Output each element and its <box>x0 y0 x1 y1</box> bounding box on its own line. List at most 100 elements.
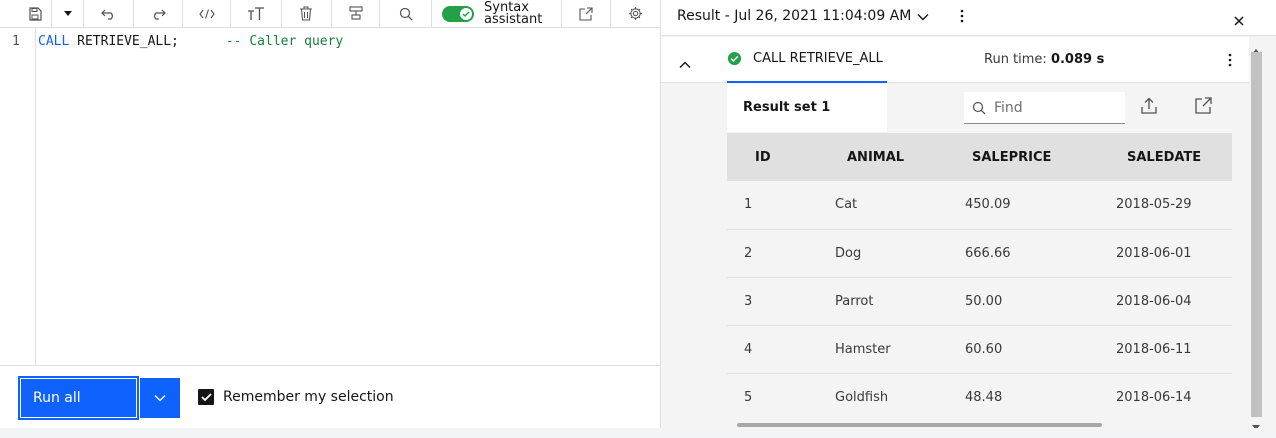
run-all-button[interactable]: Run all <box>18 376 139 420</box>
cell-saledate: 2018-06-01 <box>1098 229 1232 278</box>
results-table: ID ANIMAL SALEPRICE SALEDATE 1 Cat 450.0… <box>727 133 1232 420</box>
results-pane: Result - Jul 26, 2021 11:04:09 AM CALL R… <box>661 0 1276 430</box>
popout-icon <box>579 6 593 21</box>
cell-id: 1 <box>727 181 817 230</box>
sql-identifier: RETRIEVE_ALL; <box>69 34 179 49</box>
overflow-menu-icon <box>1228 53 1232 67</box>
syntax-assistant-toggle[interactable]: Syntax assistant <box>432 0 562 27</box>
export-button[interactable] <box>1141 97 1157 118</box>
cell-saledate: 2018-05-29 <box>1098 181 1232 230</box>
chevron-down-icon <box>917 14 929 21</box>
line-number: 1 <box>12 34 20 49</box>
cell-saledate: 2018-06-04 <box>1098 277 1232 326</box>
bottom-margin <box>0 428 1276 438</box>
search-icon <box>399 7 413 20</box>
sql-editor-pane: Syntax assistant 1 CALL RETRIEVE_ALL; --… <box>0 0 661 428</box>
cell-saleprice: 450.09 <box>947 181 1098 230</box>
caret-down-icon <box>63 10 72 16</box>
checkmark-icon <box>462 11 470 17</box>
table-header-row: ID ANIMAL SALEPRICE SALEDATE <box>727 133 1232 181</box>
cell-saleprice: 50.00 <box>947 277 1098 326</box>
cell-id: 5 <box>727 373 817 420</box>
close-icon <box>1234 16 1244 26</box>
run-bar: Run all Remember my selection <box>0 365 660 428</box>
text-size-button[interactable] <box>231 0 283 27</box>
save-icon <box>29 6 42 21</box>
result-title: Result - Jul 26, 2021 11:04:09 AM <box>677 8 912 24</box>
cell-saleprice: 666.66 <box>947 229 1098 278</box>
popout-button[interactable] <box>562 0 612 27</box>
remember-label: Remember my selection <box>223 389 394 405</box>
save-options-button[interactable] <box>52 0 85 27</box>
redo-button[interactable] <box>134 0 183 27</box>
table-row: 1 Cat 450.09 2018-05-29 <box>727 181 1232 230</box>
cell-animal: Hamster <box>817 325 947 374</box>
results-header: Result - Jul 26, 2021 11:04:09 AM <box>661 0 1276 36</box>
statement-menu-button[interactable] <box>1227 52 1233 72</box>
editor-toolbar: Syntax assistant <box>0 0 660 27</box>
chevron-down-icon <box>154 395 166 402</box>
code-line[interactable]: CALL RETRIEVE_ALL; -- Caller query <box>38 34 343 49</box>
result-set-toolbar: Result set 1 Find <box>727 84 1232 132</box>
clear-button[interactable] <box>282 0 332 27</box>
find-placeholder: Find <box>994 99 1023 116</box>
launch-icon <box>1195 97 1212 114</box>
run-time: Run time: 0.089 s <box>984 52 1104 67</box>
save-button[interactable] <box>0 0 53 27</box>
table-row: 2 Dog 666.66 2018-06-01 <box>727 229 1232 278</box>
cell-saleprice: 48.48 <box>947 373 1098 420</box>
remember-selection[interactable]: Remember my selection <box>198 389 394 405</box>
overflow-menu-icon <box>960 9 964 23</box>
cell-id: 3 <box>727 277 817 326</box>
horizontal-scroll-thumb[interactable] <box>737 423 1102 427</box>
cell-id: 4 <box>727 325 817 374</box>
format-button[interactable] <box>332 0 381 27</box>
collapse-button[interactable] <box>679 54 691 73</box>
column-header-animal[interactable]: ANIMAL <box>817 133 947 181</box>
chevron-up-icon <box>679 61 691 68</box>
sql-comment: -- Caller query <box>225 34 344 49</box>
settings-button[interactable] <box>611 0 660 27</box>
search-button[interactable] <box>380 0 432 27</box>
code-button[interactable] <box>183 0 232 27</box>
code-icon <box>198 8 215 19</box>
cell-id: 2 <box>727 229 817 278</box>
horizontal-scrollbar[interactable] <box>727 420 1232 428</box>
vertical-scrollbar[interactable] <box>1249 37 1264 430</box>
search-icon <box>972 101 986 114</box>
cell-saledate: 2018-06-14 <box>1098 373 1232 420</box>
close-results-button[interactable] <box>1233 12 1245 31</box>
vertical-scroll-thumb[interactable] <box>1251 52 1262 417</box>
sql-keyword: CALL <box>38 34 70 49</box>
results-menu-button[interactable] <box>959 8 965 28</box>
history-dropdown-button[interactable] <box>917 9 929 29</box>
remember-checkbox[interactable] <box>198 389 214 405</box>
cell-animal: Dog <box>817 229 947 278</box>
run-time-value: 0.089 s <box>1050 52 1105 67</box>
redo-icon <box>154 9 166 20</box>
undo-button[interactable] <box>84 0 135 27</box>
run-options-button[interactable] <box>140 378 180 418</box>
column-header-id[interactable]: ID <box>727 133 817 181</box>
undo-icon <box>100 9 113 20</box>
active-tab-indicator <box>727 81 887 83</box>
cell-saledate: 2018-06-11 <box>1098 325 1232 374</box>
statement-tab[interactable]: CALL RETRIEVE_ALL <box>753 51 883 66</box>
format-icon <box>349 6 363 20</box>
code-editor[interactable]: 1 CALL RETRIEVE_ALL; -- Caller query <box>0 27 660 366</box>
results-table-container: ID ANIMAL SALEPRICE SALEDATE 1 Cat 450.0… <box>727 133 1232 420</box>
table-row: 4 Hamster 60.60 2018-06-11 <box>727 325 1232 374</box>
tab-result-set-1[interactable]: Result set 1 <box>727 84 887 132</box>
toggle-switch[interactable] <box>442 5 474 22</box>
run-time-label: Run time: <box>984 52 1047 67</box>
find-field[interactable]: Find <box>964 92 1125 124</box>
cell-animal: Cat <box>817 181 947 230</box>
export-icon <box>1141 97 1157 114</box>
statement-row: CALL RETRIEVE_ALL Run time: 0.089 s <box>661 37 1249 83</box>
column-header-saleprice[interactable]: SALEPRICE <box>947 133 1098 181</box>
text-size-icon <box>248 6 265 20</box>
syntax-assistant-label: Syntax assistant <box>484 0 543 27</box>
launch-button[interactable] <box>1195 97 1212 118</box>
cell-animal: Goldfish <box>817 373 947 420</box>
column-header-saledate[interactable]: SALEDATE <box>1098 133 1232 181</box>
